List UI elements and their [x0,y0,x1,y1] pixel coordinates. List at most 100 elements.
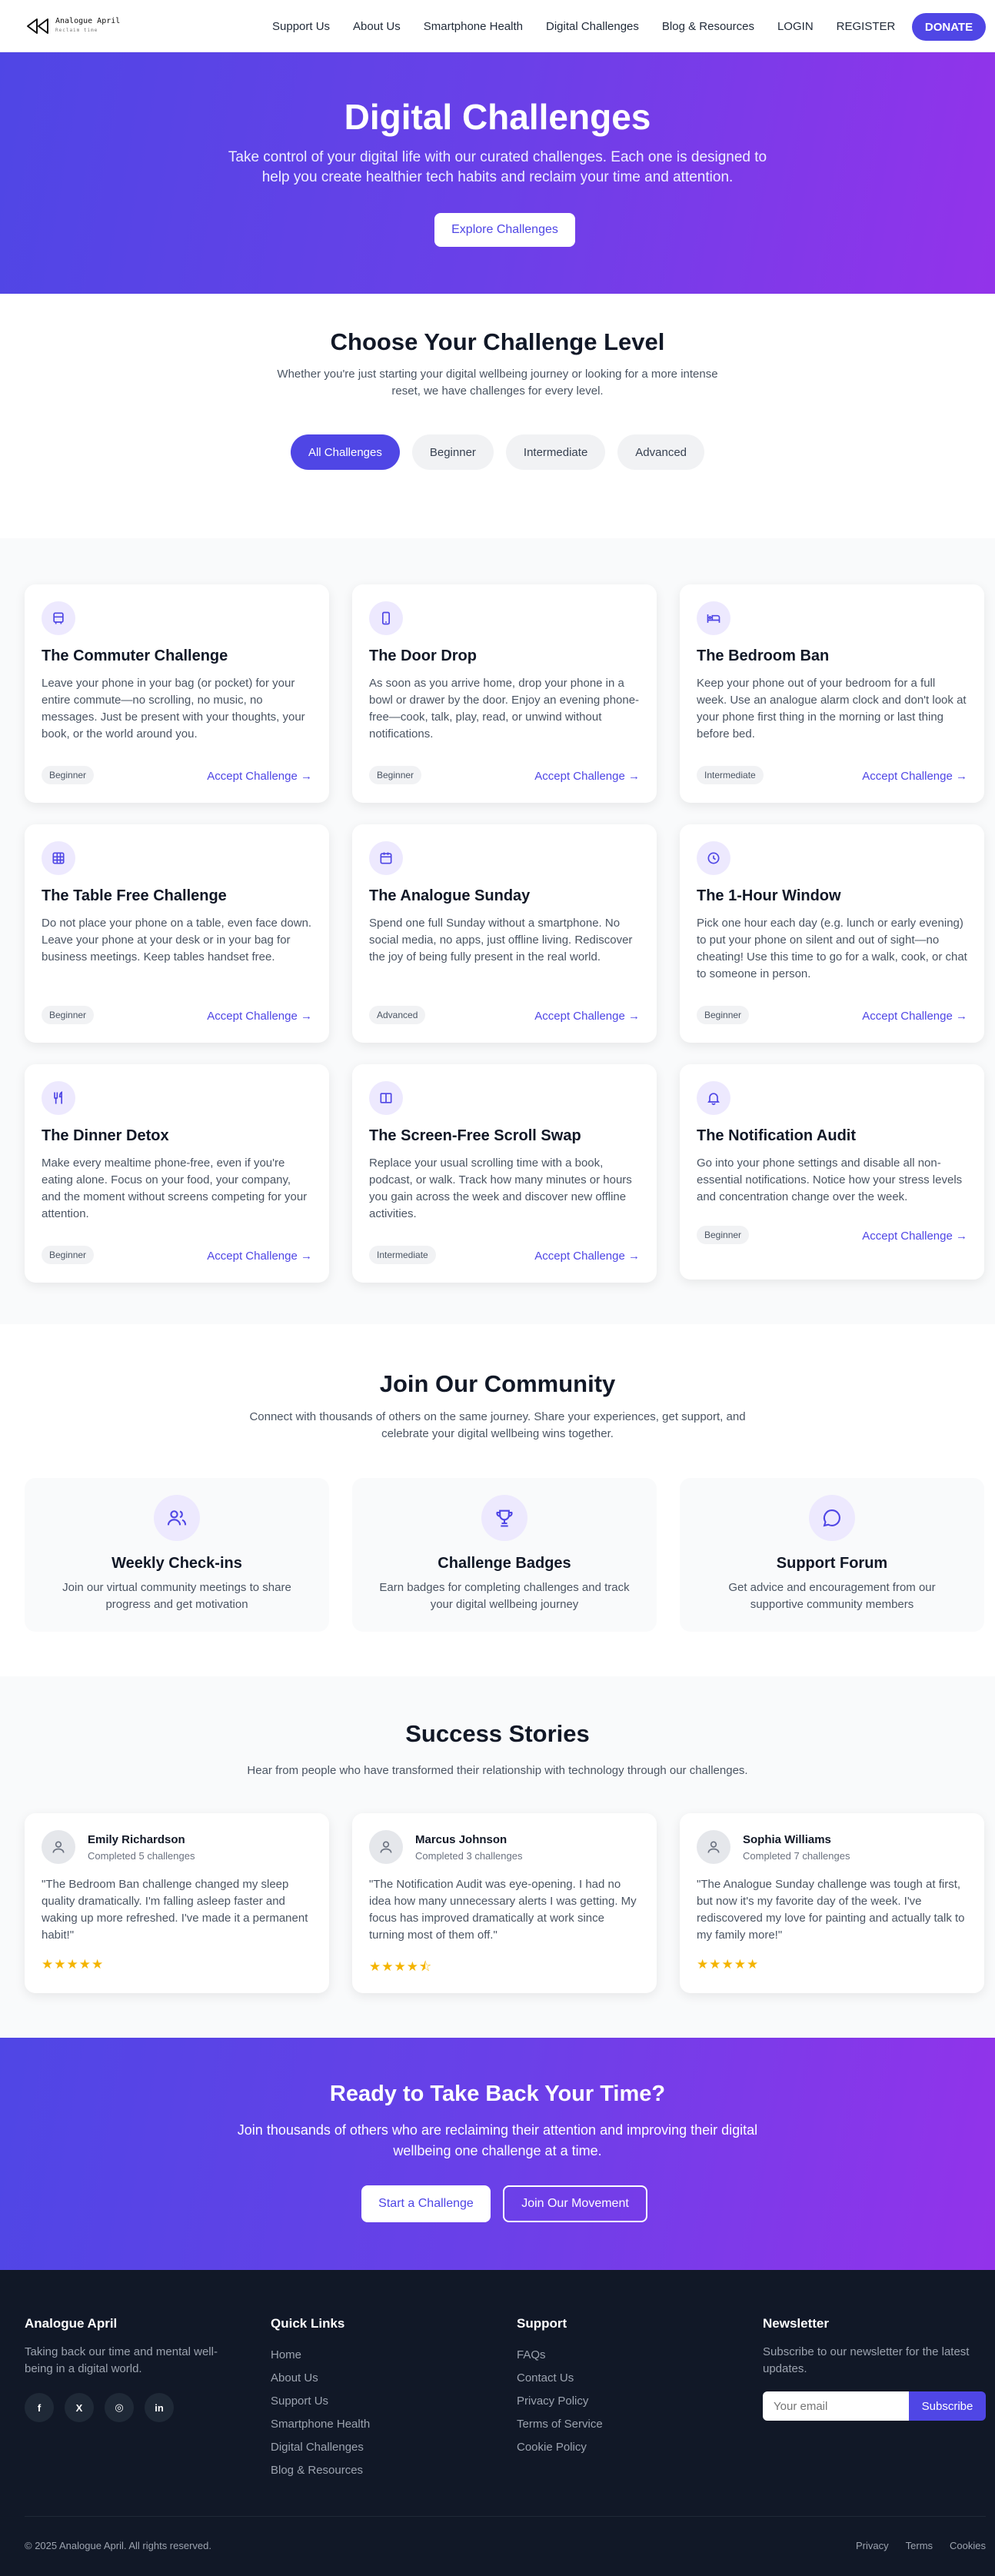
legal-cookies-link[interactable]: Cookies [950,2540,986,2551]
newsletter-form: Subscribe [763,2391,986,2421]
testimonial-name: Sophia Williams [743,1833,831,1846]
testimonial-meta: Completed 5 challenges [88,1850,195,1862]
legal-terms-link[interactable]: Terms [906,2540,933,2551]
hero-section: Digital Challenges Take control of your … [0,52,995,294]
challenge-desc: Pick one hour each day (e.g. lunch or ea… [697,917,967,980]
nav-blog-resources[interactable]: Blog & Resources [662,20,754,33]
bus-icon [42,601,75,635]
copyright-text: © 2025 Analogue April. All rights reserv… [25,2540,212,2551]
facebook-icon[interactable]: f [25,2393,54,2422]
site-logo[interactable]: Analogue April Reclaim time [25,17,120,35]
bell-icon [697,1081,730,1115]
rewind-logo-icon [27,18,48,34]
newsletter-title: Newsletter [763,2316,829,2331]
nav-register[interactable]: REGISTER [837,20,896,33]
linkedin-icon[interactable]: in [145,2393,174,2422]
nav-support-us[interactable]: Support Us [272,20,330,33]
cta-section: Ready to Take Back Your Time? Join thous… [0,2038,995,2270]
success-stories-section: Success Stories Hear from people who hav… [0,1676,995,2038]
community-title: Join Our Community [379,1370,616,1397]
feature-desc: Get advice and encouragement from our su… [728,1581,936,1611]
user-avatar-icon [369,1830,403,1864]
footer-link-terms[interactable]: Terms of Service [517,2413,603,2436]
filter-all[interactable]: All Challenges [290,434,400,470]
testimonial-card: Marcus Johnson Completed 3 challenges "T… [352,1813,657,1993]
testimonial-meta: Completed 3 challenges [415,1850,523,1862]
challenge-title: The 1-Hour Window [697,887,841,904]
user-avatar-icon [697,1830,730,1864]
newsletter-description: Subscribe to our newsletter for the late… [763,2345,970,2375]
nav-login[interactable]: LOGIN [777,20,814,33]
footer-brand-name: Analogue April [25,2316,118,2331]
donate-button[interactable]: DONATE [912,13,986,41]
footer-link-digital-challenges[interactable]: Digital Challenges [271,2436,370,2459]
challenge-title: The Table Free Challenge [42,887,227,904]
feature-title: Weekly Check-ins [111,1555,242,1572]
subscribe-button[interactable]: Subscribe [909,2391,986,2421]
challenge-desc: As soon as you arrive home, drop your ph… [369,677,640,741]
join-movement-button[interactable]: Join Our Movement [503,2185,647,2222]
level-badge: Intermediate [369,1246,436,1264]
challenge-title: The Analogue Sunday [369,887,531,904]
logo-tagline: Reclaim time [55,27,98,33]
start-challenge-button[interactable]: Start a Challenge [361,2185,491,2222]
accept-challenge-link[interactable]: Accept Challenge → [862,1230,967,1243]
filter-intermediate[interactable]: Intermediate [505,434,606,470]
footer-link-contact[interactable]: Contact Us [517,2367,603,2390]
level-badge: Beginner [42,766,95,784]
footer-link-cookies[interactable]: Cookie Policy [517,2436,603,2459]
community-feature: Challenge Badges Earn badges for complet… [352,1478,657,1632]
footer-newsletter: Newsletter Subscribe to our newsletter f… [763,2316,986,2421]
challenge-title: The Screen-Free Scroll Swap [369,1127,581,1144]
instagram-icon[interactable]: ◎ [105,2393,134,2422]
challenge-title: The Notification Audit [697,1127,857,1144]
logo-name: Analogue April [55,16,121,25]
explore-challenges-button[interactable]: Explore Challenges [434,213,575,247]
testimonial-name: Emily Richardson [88,1833,185,1846]
accept-challenge-link[interactable]: Accept Challenge → [207,770,312,783]
footer-link-smartphone-health[interactable]: Smartphone Health [271,2413,370,2436]
x-twitter-icon[interactable]: X [65,2393,94,2422]
challenge-card: The Dinner Detox Make every mealtime pho… [25,1064,329,1283]
calendar-icon [369,841,403,875]
newsletter-email-input[interactable] [763,2391,909,2421]
accept-challenge-link[interactable]: Accept Challenge → [862,1010,967,1023]
footer-link-blog[interactable]: Blog & Resources [271,2459,370,2482]
accept-challenge-link[interactable]: Accept Challenge → [862,770,967,783]
level-badge: Beginner [42,1246,95,1264]
community-feature: Support Forum Get advice and encourageme… [680,1478,984,1632]
filter-beginner[interactable]: Beginner [411,434,494,470]
footer-quick-links: Quick Links Home About Us Support Us Sma… [271,2316,370,2482]
accept-challenge-link[interactable]: Accept Challenge → [534,770,640,783]
phone-icon [369,601,403,635]
filter-advanced[interactable]: Advanced [617,434,705,470]
level-filters: All Challenges Beginner Intermediate Adv… [0,434,995,470]
footer-link-about[interactable]: About Us [271,2367,370,2390]
accept-challenge-link[interactable]: Accept Challenge → [534,1250,640,1263]
chat-icon [809,1495,855,1541]
level-badge: Beginner [369,766,422,784]
footer-link-home[interactable]: Home [271,2344,370,2367]
nav-about-us[interactable]: About Us [353,20,401,33]
challenge-title: The Door Drop [369,647,477,664]
social-links: f X ◎ in [25,2393,240,2422]
nav-links: Support Us About Us Smartphone Health Di… [272,0,895,52]
testimonial-quote: "The Bedroom Ban challenge changed my sl… [42,1878,308,1942]
legal-privacy-link[interactable]: Privacy [856,2540,889,2551]
hero-subtitle: Take control of your digital life with o… [228,149,767,185]
footer-link-faqs[interactable]: FAQs [517,2344,603,2367]
accept-challenge-link[interactable]: Accept Challenge → [207,1010,312,1023]
footer-link-privacy[interactable]: Privacy Policy [517,2390,603,2413]
level-badge: Beginner [697,1226,750,1244]
challenge-desc: Do not place your phone on a table, even… [42,917,312,964]
feature-title: Challenge Badges [438,1555,571,1572]
hero-title: Digital Challenges [344,97,651,137]
nav-digital-challenges[interactable]: Digital Challenges [546,20,639,33]
accept-challenge-link[interactable]: Accept Challenge → [207,1250,312,1263]
stories-subtitle: Hear from people who have transformed th… [247,1764,748,1777]
nav-smartphone-health[interactable]: Smartphone Health [424,20,523,33]
challenge-card: The Analogue Sunday Spend one full Sunda… [352,824,657,1043]
level-badge: Beginner [697,1006,750,1024]
accept-challenge-link[interactable]: Accept Challenge → [534,1010,640,1023]
footer-link-support-us[interactable]: Support Us [271,2390,370,2413]
